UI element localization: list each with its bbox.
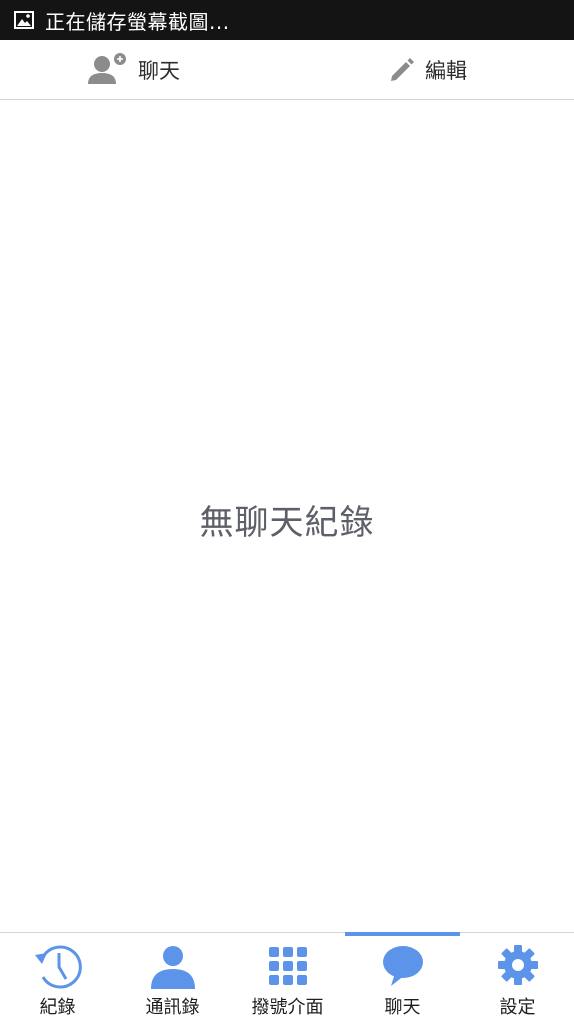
tab-label: 設定	[499, 997, 536, 1018]
tab-dialpad[interactable]: 撥號介面	[230, 933, 345, 1020]
status-bar: 正在儲存螢幕截圖...	[0, 0, 574, 40]
empty-chat-message: 無聊天紀錄	[199, 503, 375, 543]
tab-contacts[interactable]: 通訊錄	[115, 933, 230, 1020]
tab-label: 通訊錄	[145, 997, 200, 1018]
tab-settings[interactable]: 設定	[460, 933, 574, 1020]
dialpad-icon	[268, 947, 307, 985]
tab-chat[interactable]: 聊天	[345, 933, 460, 1020]
tab-label: 紀錄	[39, 997, 76, 1018]
status-text: 正在儲存螢幕截圖...	[45, 9, 230, 34]
chat-action-label: 聊天	[138, 59, 180, 83]
history-clock-icon	[34, 945, 82, 989]
tab-history[interactable]: 紀錄	[0, 933, 115, 1020]
tab-label: 聊天	[384, 997, 421, 1018]
edit-action-label: 編輯	[425, 59, 467, 83]
settings-gear-icon	[497, 945, 538, 985]
bottom-tab-bar: 紀錄 通訊錄 撥號介面 聊天 設定	[0, 932, 574, 1020]
image-icon	[14, 11, 34, 29]
top-action-bar: 聊天 編輯	[0, 40, 574, 100]
new-chat-button[interactable]: 聊天	[86, 40, 180, 100]
tab-label: 撥號介面	[251, 997, 324, 1018]
pencil-icon	[391, 58, 414, 81]
edit-button[interactable]: 編輯	[389, 40, 467, 100]
add-contact-icon	[88, 53, 126, 84]
chat-bubble-icon	[382, 946, 423, 986]
contacts-person-icon	[150, 946, 195, 989]
